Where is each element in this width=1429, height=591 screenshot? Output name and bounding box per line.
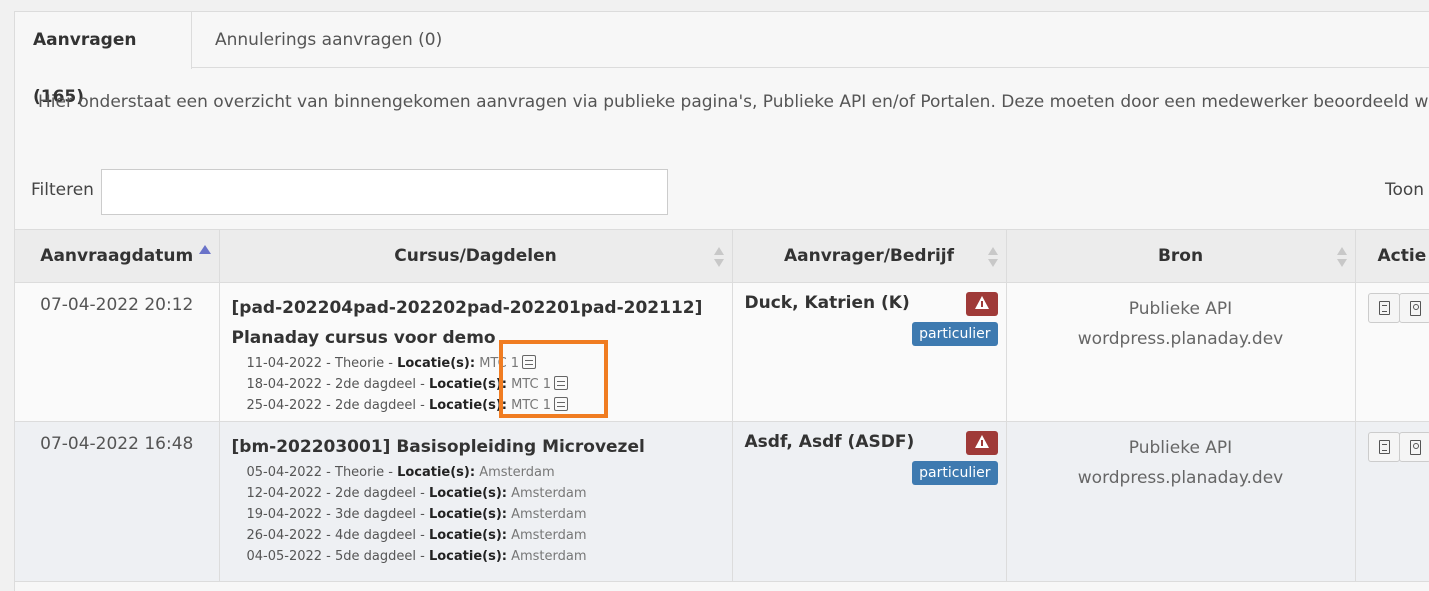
session-line: 12-04-2022 - 2de dagdeel - Locatie(s): A…	[232, 483, 732, 504]
filter-input[interactable]	[101, 169, 668, 215]
location-details-icon[interactable]	[554, 397, 568, 411]
table-row[interactable]: 07-04-2022 16:48 [bm-202203001] Basisopl…	[15, 422, 1429, 582]
toon-label: Toon	[1385, 180, 1424, 200]
course-name: Planaday cursus voor demo	[232, 323, 732, 353]
session-line: 25-04-2022 - 2de dagdeel - Locatie(s): M…	[232, 395, 732, 416]
filter-label: Filteren	[31, 180, 94, 200]
session-line: 18-04-2022 - 2de dagdeel - Locatie(s): M…	[232, 374, 732, 395]
location-details-icon[interactable]	[554, 376, 568, 390]
tab-bar: Aanvragen (165) Annulerings aanvragen (0…	[15, 12, 1429, 68]
view-person-button[interactable]	[1399, 293, 1429, 323]
view-course-button[interactable]	[1368, 432, 1400, 462]
requests-panel: Aanvragen (165) Annulerings aanvragen (0…	[14, 11, 1429, 591]
column-header-requester[interactable]: Aanvrager/Bedrijf	[732, 230, 1006, 283]
requester-name[interactable]: Duck, Katrien (K)	[745, 293, 910, 313]
column-header-requester-label: Aanvrager/Bedrijf	[784, 246, 954, 266]
intro-text: Hier onderstaat een overzicht van binnen…	[38, 92, 1429, 112]
type-badge: particulier	[912, 461, 997, 485]
warning-icon[interactable]	[966, 431, 998, 455]
course-code: [pad-202204pad-202202pad-202201pad-20211…	[232, 293, 732, 323]
book-icon	[1379, 301, 1390, 315]
course-code: [bm-202203001] Basisopleiding Microvezel	[232, 432, 732, 462]
requester-name[interactable]: Asdf, Asdf (ASDF)	[745, 432, 915, 452]
view-course-button[interactable]	[1368, 293, 1400, 323]
sort-icon	[714, 247, 724, 269]
source-type: Publieke API	[1007, 433, 1355, 463]
session-line: 04-05-2022 - 5de dagdeel - Locatie(s): A…	[232, 546, 732, 567]
session-line: 19-04-2022 - 3de dagdeel - Locatie(s): A…	[232, 504, 732, 525]
sort-icon	[988, 247, 998, 269]
table-row[interactable]: 07-04-2022 20:12 [pad-202204pad-202202pa…	[15, 283, 1429, 422]
view-person-button[interactable]	[1399, 432, 1429, 462]
sort-ascending-icon	[199, 245, 211, 254]
session-line: 05-04-2022 - Theorie - Locatie(s): Amste…	[232, 462, 732, 483]
person-card-icon	[1410, 301, 1421, 316]
column-header-course-label: Cursus/Dagdelen	[394, 246, 556, 266]
requests-table: Aanvraagdatum Cursus/Dagdelen Aanvrager/…	[15, 229, 1429, 582]
tab-aanvragen[interactable]: Aanvragen (165)	[15, 12, 192, 69]
source-type: Publieke API	[1007, 294, 1355, 324]
session-line: 26-04-2022 - 4de dagdeel - Locatie(s): A…	[232, 525, 732, 546]
column-header-actions: Actie	[1355, 230, 1429, 283]
person-card-icon	[1410, 440, 1421, 455]
type-badge: particulier	[912, 322, 997, 346]
sort-icon	[1337, 247, 1347, 269]
book-icon	[1379, 440, 1390, 454]
column-header-date[interactable]: Aanvraagdatum	[15, 230, 219, 283]
request-date: 07-04-2022 16:48	[15, 422, 219, 454]
column-header-course[interactable]: Cursus/Dagdelen	[219, 230, 732, 283]
column-header-source[interactable]: Bron	[1006, 230, 1355, 283]
location-details-icon[interactable]	[522, 355, 536, 369]
request-date: 07-04-2022 20:12	[15, 283, 219, 315]
column-header-date-label: Aanvraagdatum	[40, 246, 193, 266]
warning-icon[interactable]	[966, 292, 998, 316]
source-domain: wordpress.planaday.dev	[1007, 463, 1355, 493]
source-domain: wordpress.planaday.dev	[1007, 324, 1355, 354]
session-line: 11-04-2022 - Theorie - Locatie(s): MTC 1	[232, 353, 732, 374]
column-header-actions-label: Actie	[1378, 246, 1427, 266]
column-header-source-label: Bron	[1158, 246, 1203, 266]
tab-annulerings-aanvragen[interactable]: Annulerings aanvragen (0)	[197, 12, 460, 69]
